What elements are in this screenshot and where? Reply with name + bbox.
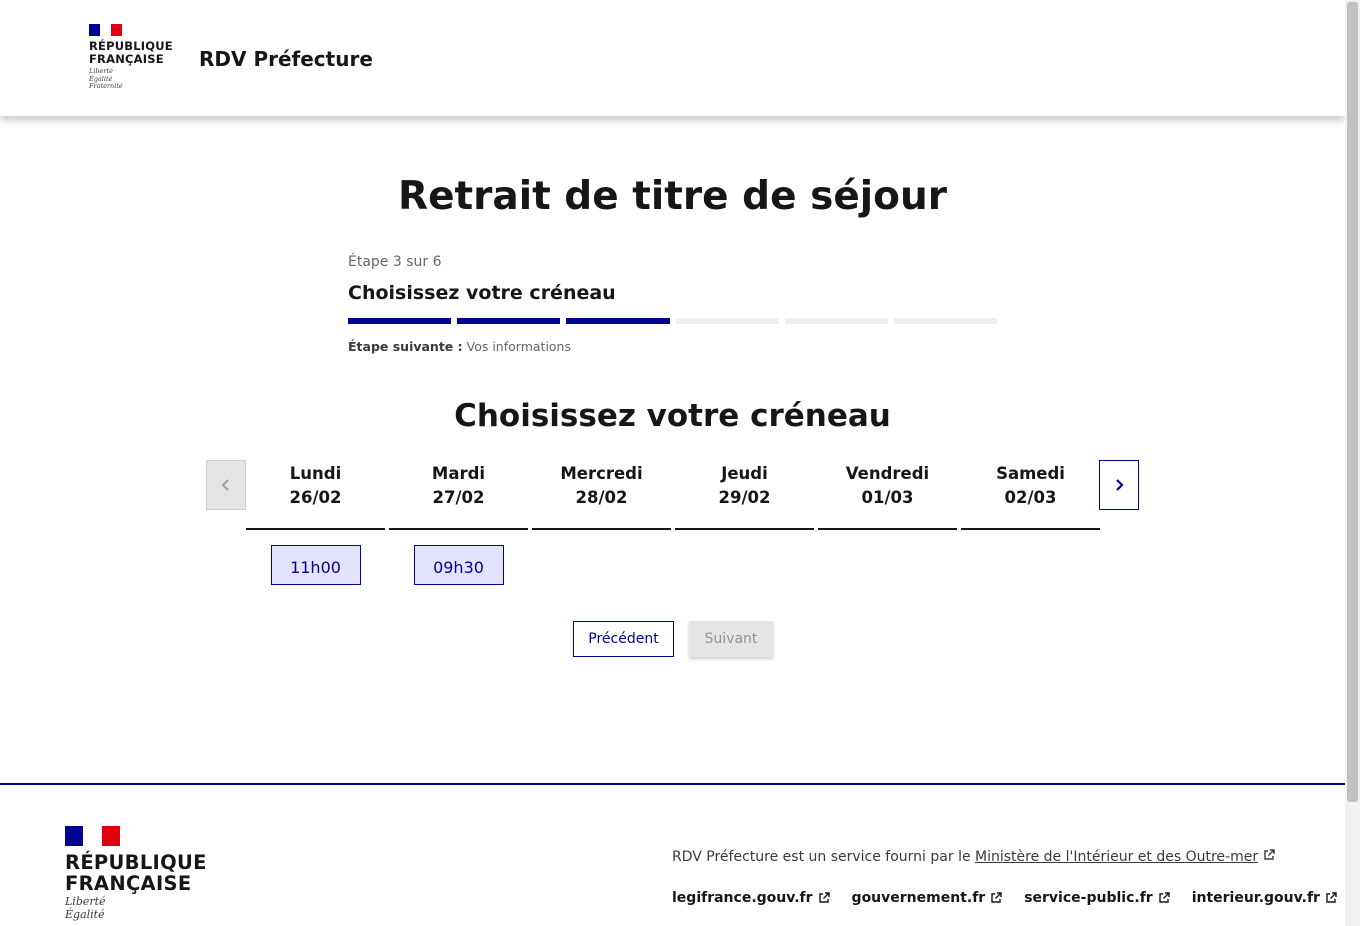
slot-column: 11h00	[246, 545, 385, 585]
time-slot-button[interactable]: 11h00	[270, 545, 361, 585]
day-date: 27/02	[432, 488, 485, 507]
day-name: Lundi	[289, 464, 342, 483]
day-date: 26/02	[289, 488, 342, 507]
calendar-prev-button[interactable]	[206, 460, 246, 510]
footer-logo[interactable]: RÉPUBLIQUE FRANÇAISE Liberté Égalité	[65, 826, 207, 921]
calendar-day-header: Vendredi 01/03	[818, 460, 957, 530]
calendar-title: Choisissez votre créneau	[454, 398, 891, 434]
stepper-segment	[457, 318, 561, 324]
footer-motto: Liberté Égalité	[65, 895, 207, 921]
logo-line: FRANÇAISE	[65, 872, 192, 895]
time-slot-button[interactable]: 09h30	[413, 545, 504, 585]
slot-column	[818, 545, 957, 585]
stepper-segment	[893, 318, 998, 324]
marianne-flag-icon	[89, 24, 122, 36]
footer-description: RDV Préfecture est un service fourni par…	[672, 849, 1275, 865]
site-header: RÉPUBLIQUE FRANÇAISE Liberté Égalité Fra…	[0, 0, 1345, 116]
step-count: Étape 3 sur 6	[348, 254, 442, 270]
marianne-flag-icon	[65, 826, 120, 846]
calendar-day-header: Samedi 02/03	[961, 460, 1100, 530]
calendar-day-header: Jeudi 29/02	[675, 460, 814, 530]
external-link-icon	[991, 892, 1002, 903]
footer-link-label: service-public.fr	[1024, 890, 1153, 906]
previous-button[interactable]: Précédent	[573, 621, 674, 657]
day-name: Jeudi	[721, 464, 768, 483]
footer-links: legifrance.gouv.fr gouvernement.fr servi…	[672, 890, 1337, 906]
footer-description-text: RDV Préfecture est un service fourni par…	[672, 849, 971, 865]
motto-line: Égalité	[65, 908, 105, 921]
stepper-progress	[348, 318, 998, 324]
ministry-link[interactable]: Ministère de l'Intérieur et des Outre-me…	[975, 849, 1258, 865]
footer-link-interieur[interactable]: interieur.gouv.fr	[1192, 890, 1337, 906]
scrollbar-thumb[interactable]	[1347, 2, 1358, 802]
logo-text: RÉPUBLIQUE FRANÇAISE	[89, 40, 173, 66]
stepper-segment	[784, 318, 888, 324]
page-title: Retrait de titre de séjour	[398, 174, 947, 219]
next-step-value: Vos informations	[466, 339, 571, 354]
footer-link-label: gouvernement.fr	[851, 890, 986, 906]
slot-column	[961, 545, 1100, 585]
footer-link-label: legifrance.gouv.fr	[672, 890, 813, 906]
stepper-segment	[348, 318, 452, 324]
next-button-disabled[interactable]: Suivant	[689, 621, 773, 657]
slot-column: 09h30	[389, 545, 528, 585]
step-title: Choisissez votre créneau	[348, 282, 616, 304]
day-name: Vendredi	[845, 464, 930, 483]
calendar-slots: 11h00 09h30	[246, 545, 1100, 585]
day-name: Mercredi	[560, 464, 643, 483]
day-date: 02/03	[1004, 488, 1057, 507]
day-name: Mardi	[431, 464, 486, 483]
logo-motto: Liberté Égalité Fraternité	[89, 67, 173, 91]
slot-column	[532, 545, 671, 585]
external-link-icon	[1158, 892, 1170, 903]
republique-francaise-logo[interactable]: RÉPUBLIQUE FRANÇAISE Liberté Égalité Fra…	[89, 24, 173, 91]
stepper-segment	[566, 318, 670, 324]
footer-link-service-public[interactable]: service-public.fr	[1024, 890, 1170, 906]
service-name-link[interactable]: RDV Préfecture	[199, 47, 373, 71]
site-footer: RÉPUBLIQUE FRANÇAISE Liberté Égalité RDV…	[0, 783, 1345, 926]
day-date: 28/02	[575, 488, 628, 507]
next-step-label: Étape suivante :	[348, 339, 463, 354]
motto-line: Fraternité	[89, 82, 123, 90]
chevron-right-icon	[1116, 479, 1124, 491]
footer-link-legifrance[interactable]: legifrance.gouv.fr	[672, 890, 830, 906]
calendar-day-header: Mercredi 28/02	[532, 460, 671, 530]
next-step-info: Étape suivante : Vos informations	[348, 339, 571, 354]
ministry-link-label: Ministère de l'Intérieur et des Outre-me…	[975, 849, 1259, 865]
chevron-left-icon	[221, 479, 229, 491]
day-date: 01/03	[861, 488, 914, 507]
slot-column	[675, 545, 814, 585]
logo-line: FRANÇAISE	[89, 52, 164, 66]
logo-line: RÉPUBLIQUE	[65, 851, 207, 874]
external-link-icon	[818, 892, 830, 903]
footer-link-gouvernement[interactable]: gouvernement.fr	[852, 890, 1003, 906]
vertical-scrollbar[interactable]	[1345, 0, 1360, 926]
day-date: 29/02	[718, 488, 771, 507]
external-link-icon	[1263, 849, 1275, 860]
footer-logo-text: RÉPUBLIQUE FRANÇAISE	[65, 852, 207, 894]
calendar-days: Lundi 26/02 Mardi 27/02 Mercredi 28/02 Jeudi 29…	[246, 460, 1100, 530]
external-link-icon	[1326, 892, 1337, 903]
page: RÉPUBLIQUE FRANÇAISE Liberté Égalité Fra…	[0, 0, 1345, 926]
motto-line: Liberté	[65, 895, 106, 908]
calendar-next-button[interactable]	[1099, 460, 1139, 510]
stepper-segment	[675, 318, 779, 324]
footer-link-label: interieur.gouv.fr	[1191, 890, 1320, 906]
day-name: Samedi	[996, 464, 1065, 483]
calendar-day-header: Mardi 27/02	[389, 460, 528, 530]
calendar-day-header: Lundi 26/02	[246, 460, 385, 530]
